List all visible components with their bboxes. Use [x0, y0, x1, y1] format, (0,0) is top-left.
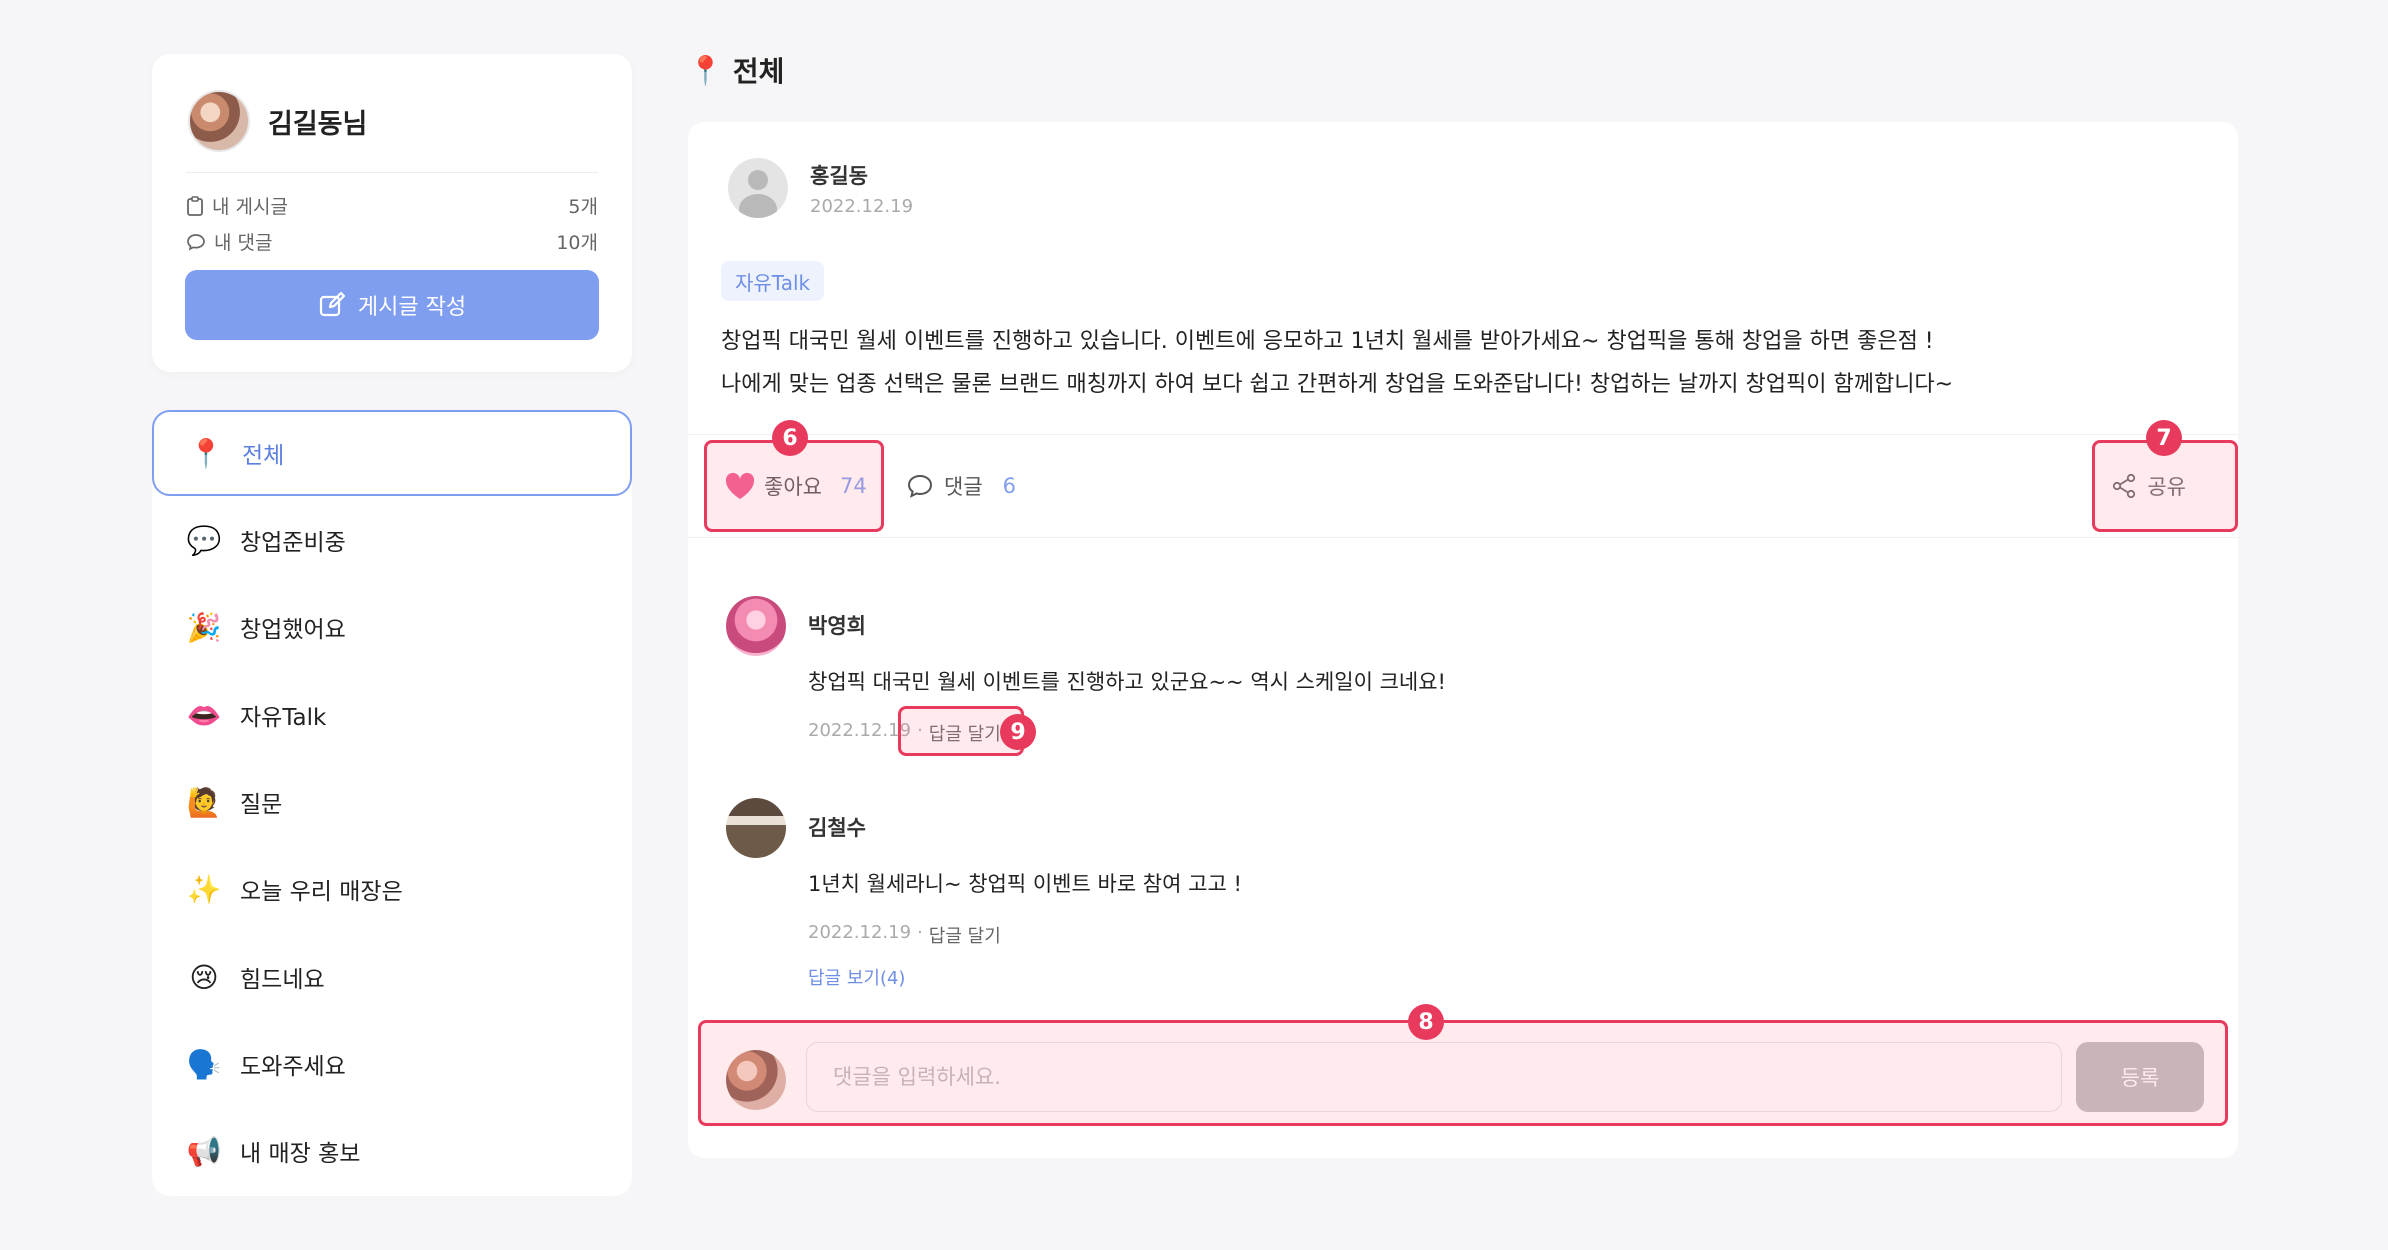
avatar[interactable]: [726, 798, 786, 858]
raising-hand-icon: 🙋: [186, 785, 222, 819]
my-posts-stat[interactable]: 내 게시글 5개: [186, 192, 598, 219]
my-comments-label: 내 댓글: [214, 232, 273, 254]
pin-icon: 📍: [688, 53, 723, 87]
commenter-name[interactable]: 박영희: [808, 610, 1446, 640]
category-hard[interactable]: 😢 힘드네요: [152, 934, 632, 1020]
comment-text: 창업픽 대국민 월세 이벤트를 진행하고 있군요~~ 역시 스케일이 크네요!: [808, 670, 1446, 694]
comment-text: 1년치 월세라니~ 창업픽 이벤트 바로 참여 고고 !: [808, 872, 1242, 896]
category-label: 질문: [240, 792, 283, 818]
view-replies-link[interactable]: 답글 보기(4): [808, 964, 1242, 990]
post-body-line: 창업픽 대국민 월세 이벤트를 진행하고 있습니다. 이벤트에 응모하고 1년치…: [721, 329, 1934, 354]
comment-label: 댓글: [944, 475, 983, 499]
commenter-name[interactable]: 김철수: [808, 812, 1242, 842]
clipboard-icon: [187, 195, 203, 216]
page-title: 📍 전체: [688, 50, 784, 90]
write-post-button[interactable]: 게시글 작성: [185, 270, 599, 340]
annotation-badge: 6: [772, 420, 808, 456]
page-title-text: 전체: [732, 55, 785, 88]
annotation-badge: 7: [2146, 420, 2182, 456]
profile-card: 김길동님 내 게시글 5개 내 댓글 10개 게시글 작성: [152, 54, 632, 372]
edit-icon: [319, 291, 345, 317]
profile-header: 김길동님: [188, 90, 367, 152]
reply-button[interactable]: 답글 달기: [929, 922, 1001, 948]
post-actions: 좋아요 74 댓글 6 공유: [688, 434, 2238, 538]
party-popper-icon: 🎉: [186, 610, 222, 644]
post-author: 홍길동 2022.12.19: [728, 158, 913, 218]
profile-name: 김길동님: [268, 108, 368, 140]
my-posts-count: 5개: [568, 196, 598, 218]
category-label: 창업준비중: [240, 530, 346, 556]
my-posts-label: 내 게시글: [212, 196, 288, 218]
category-label: 창업했어요: [240, 617, 346, 643]
post-card: 홍길동 2022.12.19 자유Talk 창업픽 대국민 월세 이벤트를 진행…: [688, 122, 2238, 1158]
comment-item: 박영희 창업픽 대국민 월세 이벤트를 진행하고 있군요~~ 역시 스케일이 크…: [726, 596, 1446, 746]
comment-date: 2022.12.19: [808, 922, 912, 943]
speech-bubble-icon: [187, 233, 205, 251]
lips-icon: 👄: [186, 698, 222, 732]
meta-separator: ·: [917, 922, 923, 943]
speaking-head-icon: 🗣️: [186, 1047, 222, 1081]
category-nav: 📍 전체 💬 창업준비중 🎉 창업했어요 👄 자유Talk 🙋 질문 ✨ 오늘 …: [152, 410, 632, 1196]
my-comments-count: 10개: [556, 232, 598, 254]
category-all[interactable]: 📍 전체: [152, 410, 632, 496]
post-body: 창업픽 대국민 월세 이벤트를 진행하고 있습니다. 이벤트에 응모하고 1년치…: [721, 320, 2178, 406]
comment-meta: 2022.12.19 · 답글 달기: [808, 922, 1242, 948]
comment-count: 6: [1002, 474, 1017, 498]
category-free-talk[interactable]: 👄 자유Talk: [152, 672, 632, 758]
annotation-badge: 8: [1408, 1004, 1444, 1040]
my-comments-stat[interactable]: 내 댓글 10개: [186, 228, 598, 255]
speech-balloon-icon: 💬: [186, 523, 222, 557]
category-started[interactable]: 🎉 창업했어요: [152, 584, 632, 670]
write-post-label: 게시글 작성: [357, 295, 467, 320]
category-label: 도와주세요: [240, 1054, 346, 1080]
comment-button[interactable]: 댓글 6: [906, 471, 1016, 501]
crying-face-icon: 😢: [189, 960, 219, 994]
author-name[interactable]: 홍길동: [810, 160, 913, 190]
default-avatar-icon[interactable]: [728, 158, 788, 218]
category-label: 전체: [242, 443, 285, 469]
annotation-badge: 9: [1000, 714, 1036, 750]
post-date: 2022.12.19: [810, 195, 914, 217]
category-question[interactable]: 🙋 질문: [152, 759, 632, 845]
category-tag[interactable]: 자유Talk: [721, 261, 825, 301]
category-help[interactable]: 🗣️ 도와주세요: [152, 1021, 632, 1107]
category-label: 힘드네요: [240, 967, 325, 993]
divider: [186, 172, 598, 173]
category-today-store[interactable]: ✨ 오늘 우리 매장은: [152, 846, 632, 932]
highlight-comment-input: [698, 1020, 2228, 1126]
avatar[interactable]: [188, 90, 250, 152]
category-label: 자유Talk: [240, 705, 327, 731]
megaphone-icon: 📢: [186, 1134, 222, 1168]
category-label: 내 매장 홍보: [240, 1141, 361, 1167]
comment-date: 2022.12.19: [808, 720, 912, 741]
comment-item: 김철수 1년치 월세라니~ 창업픽 이벤트 바로 참여 고고 ! 2022.12…: [726, 798, 1242, 990]
sparkles-icon: ✨: [186, 872, 222, 906]
avatar[interactable]: [726, 596, 786, 656]
pin-icon: 📍: [188, 436, 224, 470]
category-label: 오늘 우리 매장은: [240, 879, 403, 905]
comment-icon: [907, 474, 933, 498]
category-promo[interactable]: 📢 내 매장 홍보: [152, 1108, 632, 1194]
post-body-line: 나에게 맞는 업종 선택은 물론 브랜드 매칭까지 하여 보다 쉽고 간편하게 …: [721, 372, 1954, 397]
category-preparing[interactable]: 💬 창업준비중: [152, 497, 632, 583]
